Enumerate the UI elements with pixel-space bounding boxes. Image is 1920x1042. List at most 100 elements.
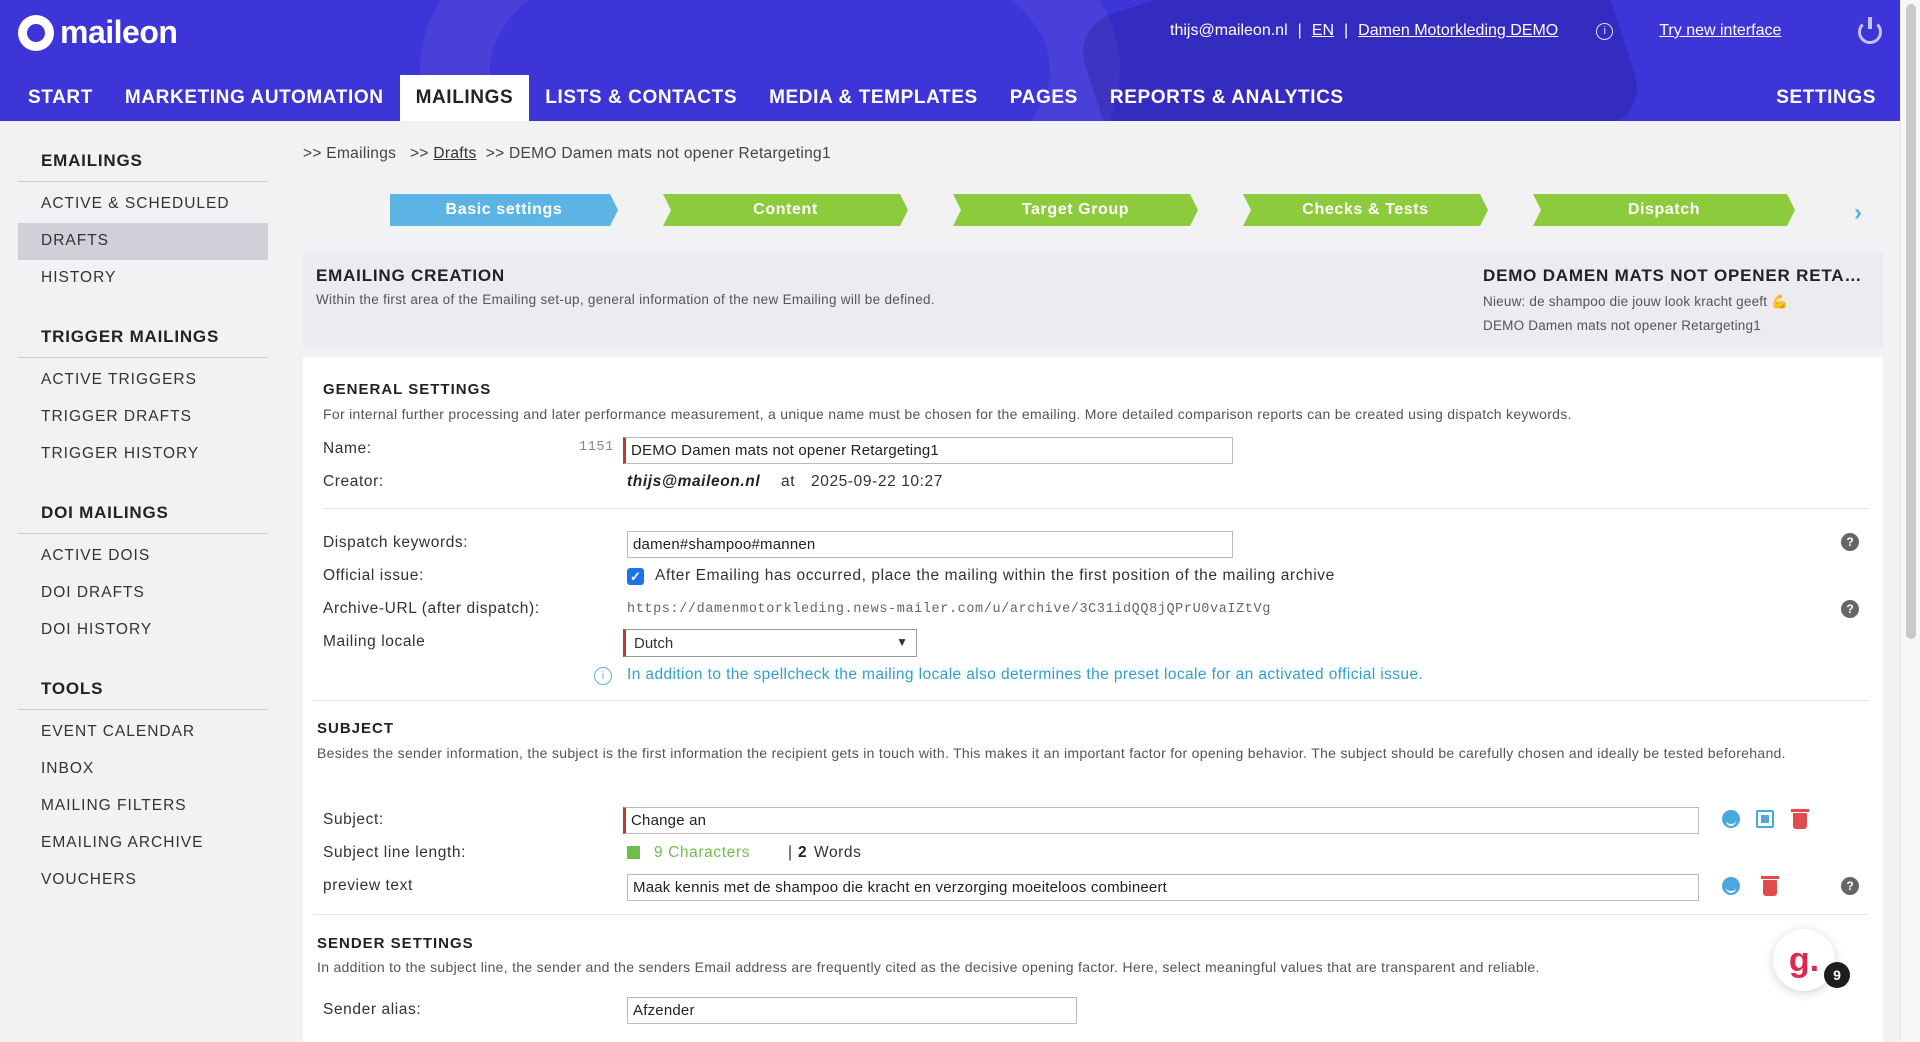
power-icon[interactable] — [1858, 17, 1882, 44]
dispatch-keywords-field[interactable]: damen#shampoo#mannen — [627, 531, 1233, 558]
words-label: Words — [814, 844, 862, 861]
settings-form: GENERAL SETTINGS For internal further pr… — [303, 357, 1883, 1042]
try-new-interface-link[interactable]: Try new interface — [1659, 22, 1781, 40]
sidebar-item-doi-history[interactable]: DOI HISTORY — [18, 612, 268, 649]
top-header: maileon thijs@maileon.nl | EN | Damen Mo… — [0, 0, 1900, 121]
account-link[interactable]: Damen Motorkleding DEMO — [1358, 22, 1558, 40]
subject-field[interactable]: Change an — [623, 807, 1699, 834]
subject-length-label: Subject line length: — [323, 844, 466, 861]
mailing-locale-value: Dutch — [634, 635, 674, 652]
sender-alias-field[interactable]: Afzender — [627, 997, 1077, 1024]
maileon-logo[interactable]: maileon — [18, 14, 178, 51]
main-nav: START MARKETING AUTOMATION MAILINGS LIST… — [0, 75, 1900, 121]
name-field[interactable]: DEMO Damen mats not opener Retargeting1 — [623, 437, 1233, 464]
section-title: GENERAL SETTINGS — [323, 381, 492, 398]
emoji-icon[interactable] — [1722, 877, 1740, 895]
trash-icon[interactable] — [1761, 876, 1779, 896]
sidebar-item-active-dois[interactable]: ACTIVE DOIS — [18, 538, 268, 575]
name-label: Name: — [323, 440, 372, 457]
sidebar-item-trigger-history[interactable]: TRIGGER HISTORY — [18, 436, 268, 473]
section-description: Besides the sender information, the subj… — [317, 745, 1786, 761]
sender-alias-label: Sender alias: — [323, 1001, 422, 1018]
step-dispatch[interactable]: Dispatch — [1533, 194, 1795, 226]
sidebar-item-history[interactable]: HISTORY — [18, 260, 268, 297]
subject-word-count: 2 — [798, 844, 808, 861]
placeholder-icon[interactable] — [1756, 810, 1774, 828]
main-content: >> Emailings >> Drafts >> DEMO Damen mat… — [293, 121, 1885, 1042]
breadcrumb-drafts-link[interactable]: Drafts — [433, 145, 476, 162]
section-title: SENDER SETTINGS — [317, 935, 474, 952]
sidebar-item-active-scheduled[interactable]: ACTIVE & SCHEDULED — [18, 186, 268, 223]
page-scrollbar[interactable] — [1900, 0, 1920, 1042]
nav-pages[interactable]: PAGES — [994, 75, 1094, 121]
breadcrumb: >> Emailings >> Drafts >> DEMO Damen mat… — [303, 145, 831, 163]
preview-text-label: preview text — [323, 877, 413, 894]
sidebar-item-mailing-filters[interactable]: MAILING FILTERS — [18, 788, 268, 825]
sidebar-item-inbox[interactable]: INBOX — [18, 751, 268, 788]
official-issue-checkbox[interactable]: ✓ — [627, 568, 644, 585]
scrollbar-thumb[interactable] — [1906, 4, 1916, 639]
info-icon[interactable]: i — [1596, 22, 1614, 40]
nav-reports-analytics[interactable]: REPORTS & ANALYTICS — [1094, 75, 1360, 121]
divider — [313, 700, 1868, 701]
step-target-group[interactable]: Target Group — [953, 194, 1198, 226]
nav-media-templates[interactable]: MEDIA & TEMPLATES — [753, 75, 994, 121]
sidebar-item-doi-drafts[interactable]: DOI DRAFTS — [18, 575, 268, 612]
info-icon: i — [594, 667, 612, 685]
logo-icon — [18, 14, 54, 51]
creator-date: 2025-09-22 10:27 — [811, 473, 943, 490]
notification-badge: 9 — [1824, 962, 1850, 988]
sidebar-item-active-triggers[interactable]: ACTIVE TRIGGERS — [18, 362, 268, 399]
nav-start[interactable]: START — [0, 75, 109, 121]
sidebar-section-title: EMAILINGS — [18, 121, 268, 182]
preview-text-field[interactable]: Maak kennis met de shampoo die kracht en… — [627, 874, 1699, 901]
breadcrumb-sep: >> — [410, 145, 429, 162]
nav-lists-contacts[interactable]: LISTS & CONTACTS — [529, 75, 753, 121]
nav-settings[interactable]: SETTINGS — [1760, 75, 1900, 121]
locale-info-text: In addition to the spellcheck the mailin… — [627, 666, 1424, 683]
user-email: thijs@maileon.nl — [1170, 22, 1288, 39]
separator: | — [788, 844, 793, 861]
intro-text: Within the first area of the Emailing se… — [316, 292, 935, 307]
sidebar-item-vouchers[interactable]: VOUCHERS — [18, 862, 268, 899]
help-icon[interactable]: ? — [1841, 533, 1859, 551]
intro-panel: EMAILING CREATION Within the first area … — [303, 252, 1883, 348]
separator: | — [1297, 22, 1302, 39]
chevron-right-icon[interactable]: › — [1854, 199, 1862, 227]
sidebar-item-trigger-drafts[interactable]: TRIGGER DRAFTS — [18, 399, 268, 436]
chevron-down-icon: ▼ — [896, 635, 908, 649]
subject-label: Subject: — [323, 811, 384, 828]
archive-url: https://damenmotorkleding.news-mailer.co… — [627, 602, 1271, 617]
step-basic-settings[interactable]: Basic settings — [390, 194, 618, 226]
sidebar: EMAILINGS ACTIVE & SCHEDULED DRAFTS HIST… — [18, 121, 268, 1042]
mailing-name-line: DEMO Damen mats not opener Retargeting1 — [1483, 318, 1761, 333]
user-bar: thijs@maileon.nl | EN | Damen Motorkledi… — [1170, 22, 1781, 40]
nav-mailings[interactable]: MAILINGS — [399, 75, 530, 121]
step-checks-tests[interactable]: Checks & Tests — [1243, 194, 1488, 226]
creator-email: thijs@maileon.nl — [627, 473, 761, 490]
sidebar-section-title: TOOLS — [18, 649, 268, 710]
sidebar-item-event-calendar[interactable]: EVENT CALENDAR — [18, 714, 268, 751]
mailing-locale-select[interactable]: Dutch ▼ — [623, 629, 917, 657]
creator-label: Creator: — [323, 473, 384, 490]
mailing-id: 1151 — [579, 440, 614, 455]
help-icon[interactable]: ? — [1841, 877, 1859, 895]
logo-text: maileon — [60, 14, 178, 50]
archive-url-label: Archive-URL (after dispatch): — [323, 600, 540, 617]
nav-marketing-automation[interactable]: MARKETING AUTOMATION — [109, 75, 400, 121]
breadcrumb-emailings[interactable]: >> Emailings — [303, 145, 396, 162]
length-status-indicator — [627, 846, 640, 859]
emoji-icon[interactable] — [1722, 810, 1740, 828]
section-title: SUBJECT — [317, 720, 395, 737]
breadcrumb-current: >> DEMO Damen mats not opener Retargetin… — [485, 145, 831, 162]
trash-icon[interactable] — [1791, 809, 1809, 829]
mailing-locale-label: Mailing locale — [323, 633, 426, 650]
step-content[interactable]: Content — [663, 194, 908, 226]
sidebar-item-drafts[interactable]: DRAFTS — [18, 223, 268, 260]
divider — [313, 914, 1868, 915]
widget-logo-icon: g. — [1788, 940, 1820, 979]
language-link[interactable]: EN — [1312, 22, 1334, 40]
section-description: In addition to the subject line, the sen… — [317, 959, 1540, 975]
sidebar-item-emailing-archive[interactable]: EMAILING ARCHIVE — [18, 825, 268, 862]
help-icon[interactable]: ? — [1841, 600, 1859, 618]
